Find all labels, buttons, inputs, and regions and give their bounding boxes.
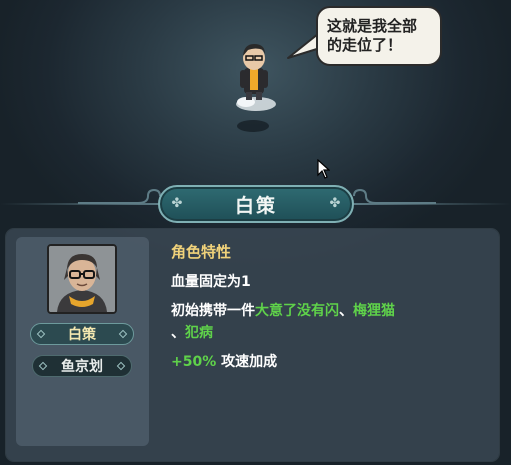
- character-scene: 这就是我全部 的走位了！: [0, 0, 511, 190]
- character-portrait[interactable]: [47, 244, 117, 314]
- author-name: 鱼京划: [61, 359, 103, 375]
- bonus-label: 攻速加成: [216, 354, 278, 370]
- trait-heading: 角色特性: [171, 243, 232, 261]
- character-name-plate: 白策: [30, 323, 134, 345]
- speech-text-line1: 这就是我全部: [327, 17, 418, 35]
- diamond-icon: [36, 329, 46, 339]
- diamond-icon: [38, 361, 48, 371]
- character-title: 白策: [234, 194, 277, 217]
- trait-attack-speed: +50% 攻速加成: [171, 351, 277, 371]
- author-name-plate: 鱼京划: [32, 355, 132, 377]
- clover-icon: ✤: [329, 196, 341, 211]
- bonus-value: +50%: [171, 354, 217, 370]
- character-title-plate: ✤ 白策 ✤: [158, 185, 354, 223]
- speech-text-line2: 的走位了！: [327, 36, 403, 54]
- trait-starting-items: 初始携带一件大意了没有闪、梅狸猫: [171, 300, 395, 320]
- trait-carry-prefix: 初始携带一件: [171, 303, 255, 319]
- trait-hp-fixed: 血量固定为1: [171, 274, 251, 290]
- item-separator: 、: [339, 303, 353, 319]
- portrait-image: [49, 246, 115, 312]
- speech-bubble: 这就是我全部 的走位了！: [316, 6, 442, 66]
- trait-starting-items-cont: 、犯病: [171, 322, 213, 342]
- character-name: 白策: [68, 327, 96, 343]
- character-sprite[interactable]: [226, 38, 282, 114]
- diamond-icon: [116, 361, 126, 371]
- item-link-3[interactable]: 犯病: [185, 325, 213, 341]
- arrow-cursor-icon: [317, 159, 330, 179]
- item-link-2[interactable]: 梅狸猫: [353, 303, 395, 319]
- diamond-icon: [118, 329, 128, 339]
- character-shadow: [237, 120, 269, 132]
- divider-curl-right-icon: [353, 188, 436, 204]
- item-separator: 、: [171, 325, 185, 341]
- item-link-1[interactable]: 大意了没有闪: [255, 303, 339, 319]
- divider-curl-left-icon: [78, 188, 161, 204]
- clover-icon: ✤: [171, 196, 183, 211]
